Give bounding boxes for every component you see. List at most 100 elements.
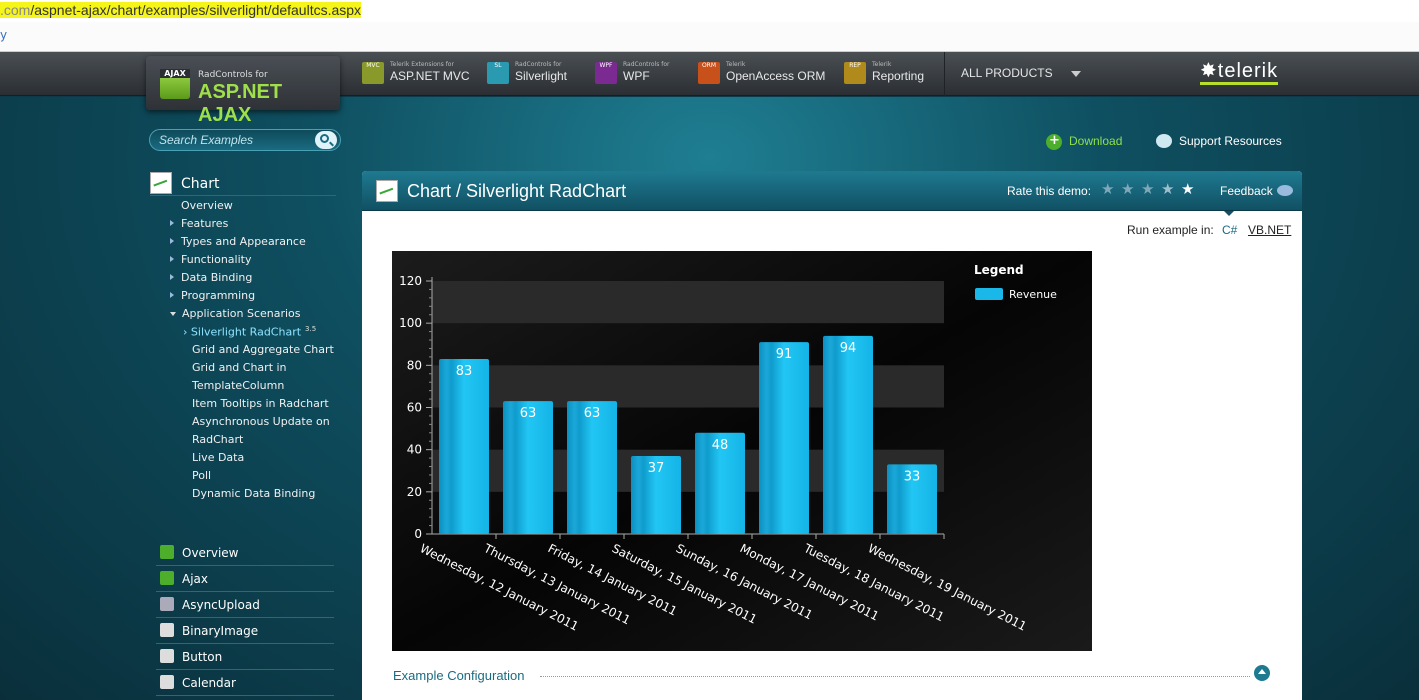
lang-csharp-link[interactable]: C#: [1222, 223, 1237, 237]
control-item-label: Button: [182, 650, 223, 664]
panel-title: Chart / Silverlight RadChart: [407, 181, 627, 201]
header-notch: [1224, 211, 1234, 216]
product-icon: ORM: [698, 62, 720, 84]
example-configuration-link[interactable]: Example Configuration: [393, 668, 525, 683]
collapse-arrow-icon: [170, 312, 176, 316]
telerik-logo[interactable]: ✸telerik: [1200, 60, 1279, 85]
sidebar-subitem[interactable]: TemplateColumn: [192, 379, 284, 392]
y-tick-label: 0: [414, 527, 422, 541]
download-link[interactable]: Download: [1069, 134, 1122, 148]
bookmark-item[interactable]: y: [0, 28, 7, 42]
product-badge: REP: [849, 62, 861, 69]
search-input[interactable]: Search Examples: [159, 133, 253, 147]
bar[interactable]: [823, 335, 873, 534]
address-bar[interactable]: .com/aspnet-ajax/chart/examples/silverli…: [0, 0, 1419, 22]
control-item-label: BinaryImage: [182, 624, 259, 638]
product-subtitle: Telerik: [726, 61, 746, 68]
star-icon[interactable]: ★: [1101, 182, 1114, 197]
collapse-up-icon[interactable]: [1254, 665, 1270, 681]
panel-header: Chart / Silverlight RadChart Rate this d…: [362, 171, 1302, 211]
search-button[interactable]: [315, 131, 337, 149]
sidebar-subitem[interactable]: Grid and Aggregate Chart: [192, 343, 334, 356]
sidebar-subitem[interactable]: Asynchronous Update on: [192, 415, 330, 428]
lang-vbnet-link[interactable]: VB.NET: [1248, 223, 1291, 237]
sidebar-item-label: Types and Appearance: [181, 235, 306, 248]
expand-arrow-icon: [170, 238, 174, 244]
product-title: Silverlight: [515, 69, 568, 83]
url-path: /aspnet-ajax/chart/examples/silverlight/…: [30, 2, 362, 18]
control-item-label: Overview: [182, 546, 239, 560]
bar-value-label: 63: [520, 406, 537, 421]
download-icon[interactable]: [1046, 133, 1062, 150]
bar-value-label: 94: [840, 341, 857, 356]
feedback-link[interactable]: Feedback: [1220, 184, 1273, 198]
sidebar-subitem[interactable]: Poll: [192, 469, 211, 482]
sidebar-item-label: Overview: [181, 199, 233, 212]
star-icon[interactable]: ★: [1121, 182, 1134, 197]
sidebar-subitem[interactable]: Grid and Chart in: [192, 361, 287, 374]
bar[interactable]: [759, 342, 809, 534]
support-icon[interactable]: [1156, 134, 1172, 148]
bar-value-label: 91: [776, 347, 793, 362]
sidebar-item-overview[interactable]: Overview: [181, 199, 233, 212]
control-item-label: Ajax: [182, 572, 208, 586]
run-example-label: Run example in:: [1127, 223, 1214, 237]
logo-title: ASP.NET AJAX: [198, 81, 283, 126]
sidebar-subitem-silverlight-radchart[interactable]: › Silverlight RadChart 3.5: [183, 325, 316, 339]
product-badge: SL: [494, 62, 502, 69]
sidebar-item-data-binding[interactable]: Data Binding: [170, 271, 252, 284]
logo-subtitle: RadControls for: [198, 70, 268, 80]
chart-icon: [376, 180, 398, 202]
control-item-label: AsyncUpload: [182, 598, 260, 612]
sidebar-subitem[interactable]: Item Tooltips in Radchart: [192, 397, 329, 410]
sidebar-subitem-label: Silverlight RadChart: [190, 325, 302, 339]
sidebar-item-types[interactable]: Types and Appearance: [170, 235, 306, 248]
product-logo[interactable]: AJAX RadControls for ASP.NET AJAX: [146, 56, 340, 126]
expand-arrow-icon: [170, 220, 174, 226]
sidebar-section-chart[interactable]: Chart: [150, 172, 336, 196]
upload-icon: [160, 597, 174, 611]
legend-swatch: [975, 288, 1003, 300]
all-products-dropdown[interactable]: ALL PRODUCTS: [944, 52, 1096, 96]
control-item-ajax[interactable]: Ajax: [156, 566, 334, 592]
bar[interactable]: [439, 359, 489, 534]
refresh-icon: [160, 571, 174, 585]
sidebar-item-programming[interactable]: Programming: [170, 289, 255, 302]
y-tick-label: 20: [407, 485, 422, 499]
sidebar-item-label: Features: [181, 217, 229, 230]
product-icon: SL: [487, 62, 509, 84]
sidebar-item-label: Data Binding: [181, 271, 253, 284]
control-item-button[interactable]: Button: [156, 644, 334, 670]
url-text[interactable]: .com/aspnet-ajax/chart/examples/silverli…: [0, 2, 362, 18]
sidebar-subitem[interactable]: Dynamic Data Binding: [192, 487, 315, 500]
star-half-icon[interactable]: ★: [1161, 182, 1174, 197]
chevron-down-icon: [1071, 71, 1081, 77]
url-domain: .com: [0, 2, 31, 18]
sidebar-item-functionality[interactable]: Functionality: [170, 253, 251, 266]
product-title: Reporting: [872, 69, 925, 83]
sidebar-subitem[interactable]: Live Data: [192, 451, 244, 464]
sidebar-item-application-scenarios[interactable]: Application Scenarios: [170, 307, 301, 320]
bar-value-label: 37: [648, 461, 665, 476]
control-item-calendar[interactable]: Calendar: [156, 670, 334, 696]
product-subtitle: RadControls for: [623, 61, 670, 68]
calendar-icon: [160, 675, 174, 689]
product-title: ASP.NET MVC: [390, 69, 470, 83]
control-item-asyncupload[interactable]: AsyncUpload: [156, 592, 334, 618]
expand-arrow-icon: [170, 256, 174, 262]
sidebar-subitem[interactable]: RadChart: [192, 433, 243, 446]
control-item-overview[interactable]: Overview: [156, 540, 334, 566]
sidebar-section-title: Chart: [181, 176, 220, 192]
divider: [540, 676, 1250, 677]
chart-svg: 020406080100120 8363 63374891 9433 Wednesd…: [392, 251, 1092, 651]
control-item-binaryimage[interactable]: BinaryImage: [156, 618, 334, 644]
star-icon[interactable]: ★: [1141, 182, 1154, 197]
sidebar-item-label: Functionality: [181, 253, 252, 266]
silverlight-chart: 0 20 40 60 80 100 120 83 63 63 37 48 91 94 33 Wednesd…: [392, 251, 1092, 651]
support-resources-link[interactable]: Support Resources: [1179, 134, 1282, 148]
star-icon[interactable]: ★: [1181, 182, 1194, 197]
sidebar-item-features[interactable]: Features: [170, 217, 228, 230]
search-box[interactable]: Search Examples: [149, 129, 341, 151]
sidebar-item-label: Programming: [181, 289, 256, 302]
speech-bubble-icon[interactable]: [1277, 185, 1293, 196]
